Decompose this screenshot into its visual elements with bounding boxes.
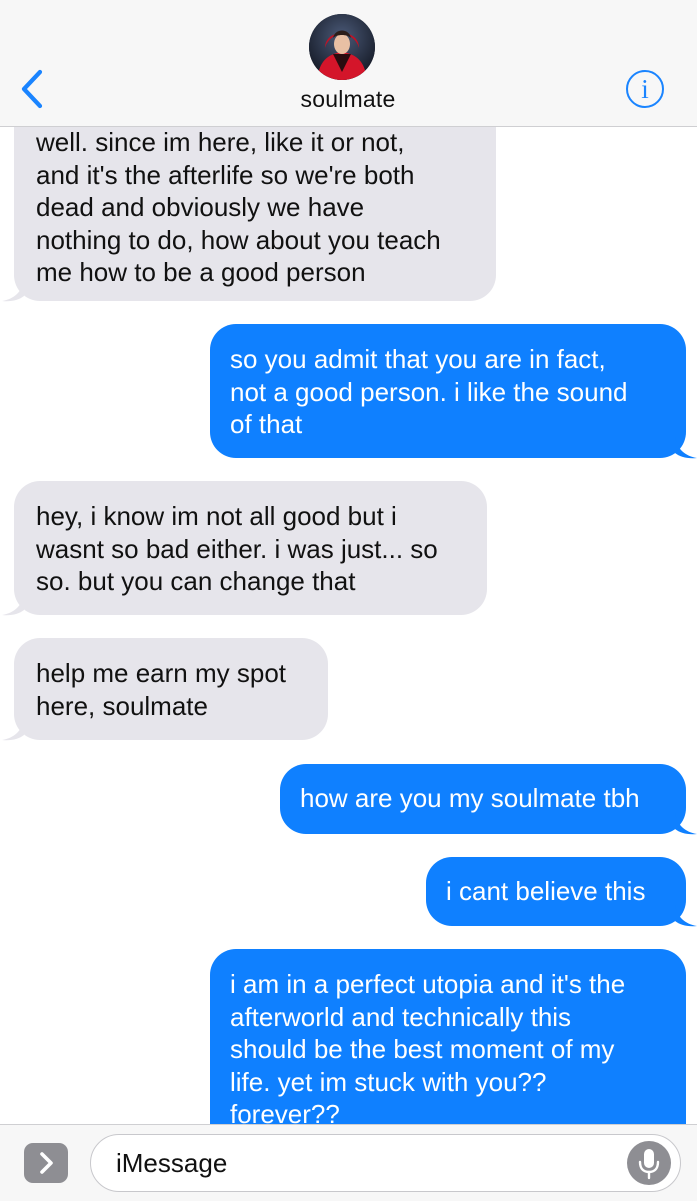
bubble-tail [2, 719, 24, 741]
message-bubble-sent[interactable]: so you admit that you are in fact, not a… [210, 324, 686, 458]
bubble-tail [675, 813, 697, 835]
message-bubble-sent[interactable]: i cant believe this [426, 857, 686, 926]
message-composer [0, 1124, 697, 1201]
message-bubble-received[interactable]: hey, i know im not all good but i wasnt … [14, 481, 487, 615]
bubble-tail [2, 594, 24, 616]
microphone-button[interactable] [627, 1141, 671, 1185]
message-bubble-sent[interactable]: how are you my soulmate tbh [280, 764, 686, 834]
message-thread: well. since im here, like it or not, and… [0, 0, 697, 1200]
info-icon: i [641, 74, 649, 104]
avatar-photo [309, 14, 375, 80]
contact-avatar[interactable] [309, 14, 375, 80]
conversation-header: soulmate i [0, 0, 697, 127]
bubble-tail [675, 437, 697, 459]
back-button[interactable] [14, 66, 54, 112]
apps-button[interactable] [24, 1143, 68, 1183]
info-button[interactable]: i [626, 70, 664, 108]
message-bubble-received[interactable]: help me earn my spot here, soulmate [14, 638, 328, 740]
bubble-tail [675, 905, 697, 927]
chevron-left-icon [21, 69, 43, 109]
bubble-tail [2, 280, 24, 302]
imessage-input[interactable] [90, 1134, 681, 1192]
chevron-right-icon [40, 1152, 53, 1174]
contact-name[interactable]: soulmate [248, 86, 448, 113]
microphone-icon [638, 1149, 660, 1180]
